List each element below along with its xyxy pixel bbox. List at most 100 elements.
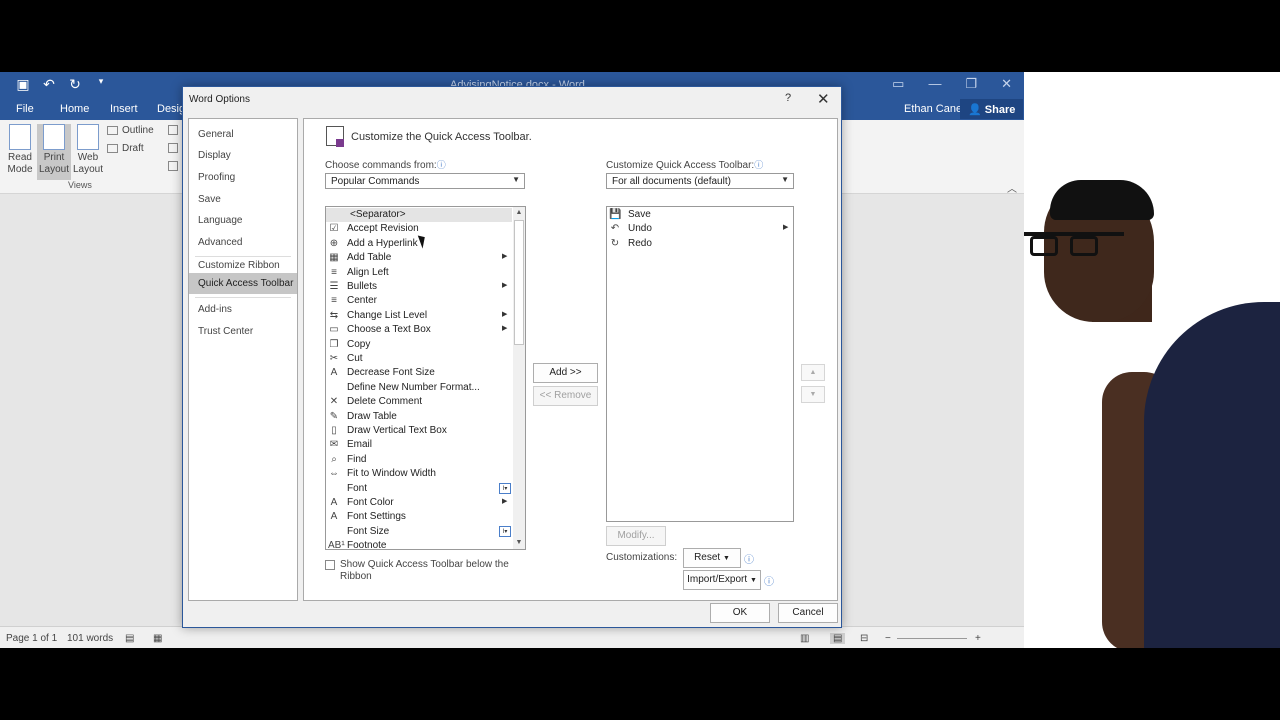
zoom-in-icon[interactable]: + [975, 633, 981, 644]
show-below-ribbon-label[interactable]: Show Quick Access Toolbar below the Ribb… [340, 559, 520, 583]
redo-icon[interactable]: ↻ [66, 76, 84, 93]
commands-list[interactable]: <Separator> ☑ Accept Revision ⊕ Add a Hyperl… [325, 206, 526, 550]
list-item[interactable]: ❐ Copy [326, 338, 512, 352]
customize-toolbar-dropdown[interactable]: For all documents (default) ▼ [606, 173, 794, 189]
print-layout-icon [43, 124, 65, 150]
list-item[interactable]: ✎ Draw Table [326, 410, 512, 424]
outline-button[interactable]: Outline [107, 125, 154, 136]
list-item[interactable]: A Font Settings [326, 510, 512, 524]
list-item[interactable]: ⌕ Find [326, 453, 512, 467]
list-item[interactable]: ⇔ Fit to Window Width [326, 467, 512, 481]
list-item[interactable]: ▭ Choose a Text Box ▶ [326, 323, 512, 337]
scroll-up-icon[interactable]: ▲ [513, 207, 525, 219]
help-icon[interactable]: ? [785, 92, 791, 104]
scroll-down-icon[interactable]: ▼ [513, 537, 525, 549]
list-item[interactable]: 💾 Save [607, 208, 793, 222]
share-button[interactable]: 👤 Share [960, 99, 1024, 119]
nav-save[interactable]: Save [189, 189, 297, 210]
word-count[interactable]: 101 words [67, 633, 113, 644]
draft-button[interactable]: Draft [107, 143, 144, 154]
list-item[interactable]: ⇆ Change List Level ▶ [326, 309, 512, 323]
command-label: Align Left [347, 266, 389, 278]
remove-button[interactable]: << Remove [533, 386, 598, 406]
nav-quick-access-toolbar[interactable]: Quick Access Toolbar [189, 273, 297, 294]
list-item[interactable]: ☰ Bullets ▶ [326, 280, 512, 294]
page-count[interactable]: Page 1 of 1 [6, 633, 57, 644]
ribbon-display-options-icon[interactable]: ▭ [892, 76, 904, 92]
command-icon: AB¹ [328, 540, 345, 550]
import-export-button[interactable]: Import/Export ▼ [683, 570, 761, 590]
nav-advanced[interactable]: Advanced [189, 232, 297, 253]
customize-qat-icon[interactable]: ▾ [92, 76, 110, 93]
list-item[interactable]: Define New Number Format... [326, 381, 512, 395]
show-below-ribbon-checkbox[interactable] [325, 560, 335, 570]
add-button[interactable]: Add >> [533, 363, 598, 383]
list-item[interactable]: <Separator> [326, 208, 512, 222]
save-icon[interactable]: ▣ [14, 76, 32, 93]
nav-proofing[interactable]: Proofing [189, 167, 297, 188]
close-icon[interactable]: ✕ [817, 90, 830, 108]
outline-icon [107, 125, 118, 135]
scroll-thumb[interactable] [514, 220, 524, 345]
read-mode-view-icon[interactable]: ▥ [800, 633, 809, 644]
command-label: Draw Table [347, 410, 397, 422]
close-window-icon[interactable]: ✕ [1001, 76, 1012, 92]
commands-scrollbar[interactable]: ▲ ▼ [513, 207, 525, 549]
submenu-arrow-icon: ▶ [502, 498, 508, 505]
ok-button[interactable]: OK [710, 603, 770, 623]
nav-display[interactable]: Display [189, 145, 297, 166]
move-down-icon: ▼ [809, 391, 817, 398]
reset-button[interactable]: Reset ▼ [683, 548, 741, 568]
print-layout-view-icon[interactable]: ▤ [830, 633, 846, 644]
move-up-button[interactable]: ▲ [801, 364, 825, 381]
zoom-out-icon[interactable]: − [885, 633, 891, 644]
command-label: Font [347, 482, 368, 494]
list-item[interactable]: ↻ Redo [607, 237, 793, 251]
macro-icon[interactable]: ▦ [153, 633, 162, 644]
nav-general[interactable]: General [189, 124, 297, 145]
list-item[interactable]: ≡ Align Left [326, 266, 512, 280]
list-item[interactable]: AB¹ Footnote [326, 539, 512, 550]
undo-icon[interactable]: ↶ [40, 76, 58, 93]
tab-file[interactable]: File [16, 103, 34, 115]
web-layout-button[interactable]: Web Layout [71, 124, 105, 176]
move-down-button[interactable]: ▼ [801, 386, 825, 403]
list-item[interactable]: ▯ Draw Vertical Text Box [326, 424, 512, 438]
tab-design[interactable]: Desig [157, 103, 185, 115]
tab-insert[interactable]: Insert [110, 103, 138, 115]
list-item[interactable]: ✕ Delete Comment [326, 395, 512, 409]
nav-add-ins[interactable]: Add-ins [189, 299, 297, 320]
modify-button[interactable]: Modify... [606, 526, 666, 546]
command-icon: A [330, 497, 338, 508]
presenter-shirt [1144, 302, 1280, 648]
list-item[interactable]: Font I▾ [326, 482, 512, 496]
restore-icon[interactable]: ❐ [965, 76, 977, 92]
list-item[interactable]: Font Size I▾ [326, 525, 512, 539]
list-item[interactable]: ≡ Center [326, 294, 512, 308]
read-mode-button[interactable]: Read Mode [3, 124, 37, 176]
ruler-checkbox[interactable] [168, 125, 182, 136]
minimize-icon[interactable]: — [928, 76, 941, 92]
tab-home[interactable]: Home [60, 103, 89, 115]
collapse-ribbon-icon[interactable]: ︿ [1007, 180, 1017, 195]
presenter-hair [1050, 180, 1154, 220]
proofing-icon[interactable]: ▤ [125, 633, 134, 644]
list-item[interactable]: ✂ Cut [326, 352, 512, 366]
list-item[interactable]: ▦ Add Table ▶ [326, 251, 512, 265]
choose-commands-dropdown[interactable]: Popular Commands ▼ [325, 173, 525, 189]
print-layout-button[interactable]: Print Layout [37, 124, 71, 180]
list-item[interactable]: ↶ Undo ▶ [607, 222, 793, 236]
web-layout-view-icon[interactable]: ⊟ [860, 633, 868, 644]
cancel-button[interactable]: Cancel [778, 603, 838, 623]
nav-language[interactable]: Language [189, 210, 297, 231]
list-item[interactable]: A Decrease Font Size [326, 366, 512, 380]
user-name[interactable]: Ethan Cane [904, 103, 962, 115]
list-item[interactable]: ✉ Email [326, 438, 512, 452]
zoom-slider[interactable] [897, 638, 967, 639]
navigation-pane-checkbox[interactable] [168, 161, 182, 172]
section-title: Customize the Quick Access Toolbar. [351, 131, 532, 143]
list-item[interactable]: A Font Color ▶ [326, 496, 512, 510]
nav-trust-center[interactable]: Trust Center [189, 321, 297, 342]
gridlines-checkbox[interactable] [168, 143, 182, 154]
toolbar-commands-list[interactable]: 💾 Save ↶ Undo ▶ ↻ Redo [606, 206, 794, 522]
